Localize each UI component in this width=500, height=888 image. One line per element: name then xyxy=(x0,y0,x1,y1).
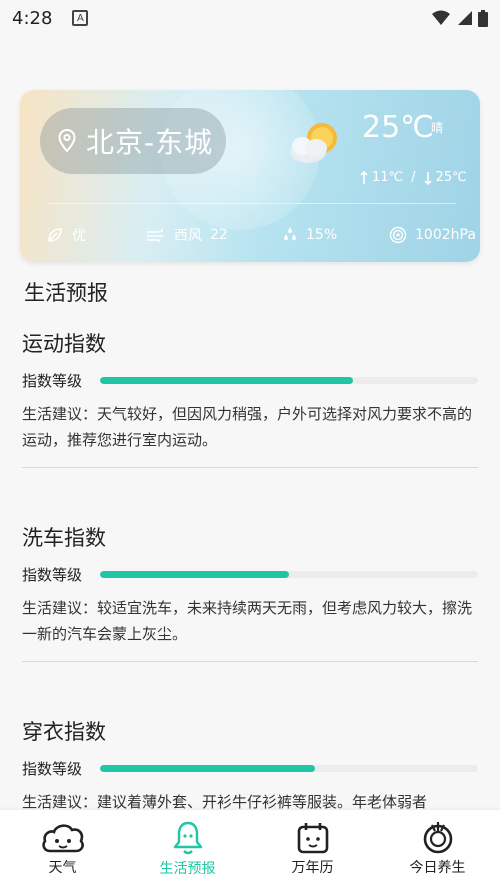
weather-card[interactable]: 北京-东城 25℃ 晴 11℃ / 25℃ 优 西风 22 15% 1002hP… xyxy=(20,90,480,262)
tab-label: 万年历 xyxy=(291,860,334,876)
calendar-icon xyxy=(297,823,328,854)
status-bar: 4:28 A xyxy=(0,0,500,36)
battery-icon xyxy=(478,9,488,27)
air-quality-stat: 优 xyxy=(46,225,86,245)
signal-icon xyxy=(458,11,472,25)
wind-level: 22 xyxy=(210,227,228,243)
section-title: 生活预报 xyxy=(24,281,108,305)
index-card-carwash: 洗车指数 指数等级 生活建议：较适宜洗车，未来持续两天无雨，但考虑风力较大，擦洗… xyxy=(22,522,478,647)
location-name: 北京-东城 xyxy=(86,126,214,159)
range-separator: / xyxy=(411,170,416,185)
app-notification-icon: A xyxy=(72,10,89,26)
pressure-stat: 1002hPa xyxy=(389,226,476,244)
card-divider xyxy=(48,203,456,204)
index-card-sport: 运动指数 指数等级 生活建议：天气较好，但因风力稍强，户外可选择对风力要求不高的… xyxy=(22,328,478,453)
weather-stats: 优 西风 22 15% 1002hPa xyxy=(46,224,476,246)
wind-stat: 西风 22 xyxy=(146,225,228,245)
level-label: 指数等级 xyxy=(22,566,83,584)
index-card-dressing: 穿衣指数 指数等级 生活建议：建议着薄外套、开衫牛仔衫裤等服装。年老体弱者 xyxy=(22,716,478,815)
wind-icon xyxy=(147,228,163,243)
level-bar xyxy=(100,765,478,772)
sunny-cloud-icon xyxy=(290,123,337,163)
current-temperature: 25℃ xyxy=(362,110,434,145)
level-row: 指数等级 xyxy=(22,758,478,779)
level-bar-fill xyxy=(100,765,316,772)
wind-direction: 西风 xyxy=(174,228,202,244)
temperature-range: 11℃ / 25℃ xyxy=(360,170,467,185)
bell-icon xyxy=(173,821,202,855)
cloud-face-icon xyxy=(41,824,84,853)
location-selector[interactable]: 北京-东城 xyxy=(40,108,226,174)
tab-label: 今日养生 xyxy=(409,860,466,876)
index-title: 穿衣指数 xyxy=(22,720,106,744)
wellness-icon xyxy=(423,822,452,854)
level-label: 指数等级 xyxy=(22,372,83,390)
tab-life-forecast[interactable]: 生活预报 xyxy=(125,810,250,888)
bottom-tab-bar: 天气 生活预报 万年历 今日养生 xyxy=(0,810,500,888)
tab-weather[interactable]: 天气 xyxy=(0,810,125,888)
pressure-icon xyxy=(389,226,407,244)
tab-label: 天气 xyxy=(48,860,77,876)
temperature-high: 25℃ xyxy=(435,170,467,185)
level-row: 指数等级 xyxy=(22,370,478,391)
water-drops-icon xyxy=(284,227,296,240)
thermometer-down-icon xyxy=(423,171,432,185)
tab-label: 生活预报 xyxy=(159,861,216,877)
location-pin-icon xyxy=(58,129,76,153)
level-bar xyxy=(100,377,478,384)
divider xyxy=(22,661,478,662)
leaf-icon xyxy=(48,228,62,242)
level-label: 指数等级 xyxy=(22,760,83,778)
level-bar-fill xyxy=(100,571,289,578)
wifi-icon xyxy=(432,10,450,25)
index-title: 运动指数 xyxy=(22,332,106,356)
level-row: 指数等级 xyxy=(22,564,478,585)
air-quality-value: 优 xyxy=(72,228,86,244)
advice-text: 生活建议：天气较好，但因风力稍强，户外可选择对风力要求不高的运动，推荐您进行室内… xyxy=(22,405,473,449)
weather-condition: 晴 xyxy=(431,121,444,135)
level-bar-fill xyxy=(100,377,354,384)
thermometer-up-icon xyxy=(360,170,368,184)
tab-calendar[interactable]: 万年历 xyxy=(250,810,375,888)
index-title: 洗车指数 xyxy=(22,526,106,550)
humidity-stat: 15% xyxy=(282,226,337,244)
advice-text: 生活建议：较适宜洗车，未来持续两天无雨，但考虑风力较大，擦洗一新的汽车会蒙上灰尘… xyxy=(22,599,473,643)
temperature-low: 11℃ xyxy=(372,170,404,185)
humidity-value: 15% xyxy=(306,227,338,243)
level-bar xyxy=(100,571,478,578)
divider xyxy=(22,467,478,468)
tab-wellness[interactable]: 今日养生 xyxy=(375,810,500,888)
pressure-value: 1002hPa xyxy=(415,227,476,243)
status-time: 4:28 xyxy=(12,7,53,29)
